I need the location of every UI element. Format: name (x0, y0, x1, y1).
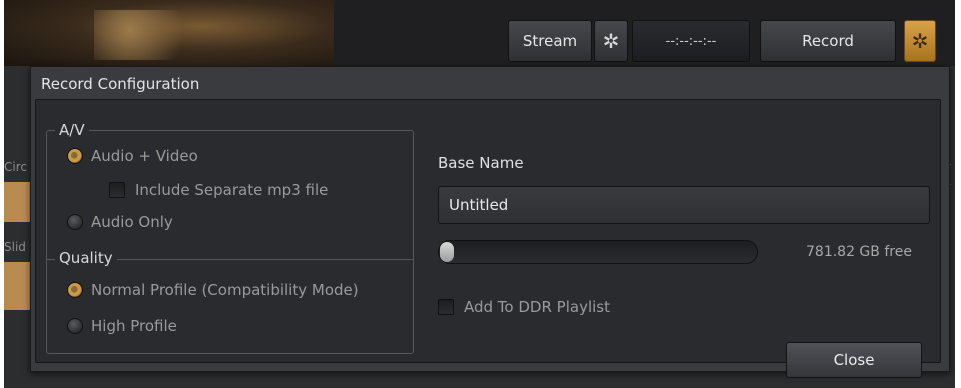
record-configuration-dialog: Record Configuration A/V Audio + Video I… (30, 66, 950, 378)
record-settings-button[interactable]: ✲ (904, 20, 936, 62)
record-button-label: Record (802, 32, 854, 50)
video-preview (4, 0, 334, 66)
timecode-display: --:--:--:-- (632, 20, 750, 62)
dialog-title: Record Configuration (41, 75, 200, 93)
high-profile-radio[interactable]: High Profile (67, 317, 177, 335)
checkbox-box (109, 182, 125, 198)
stream-settings-button[interactable]: ✲ (594, 20, 628, 62)
include-mp3-label: Include Separate mp3 file (135, 181, 329, 199)
dialog-body: A/V Audio + Video Include Separate mp3 f… (35, 99, 941, 378)
checkbox-box (438, 299, 454, 315)
disk-free-text: 781.82 GB free (806, 244, 912, 260)
disk-space-bar (438, 240, 758, 264)
include-mp3-checkbox[interactable]: Include Separate mp3 file (109, 181, 328, 199)
radio-indicator (67, 318, 83, 334)
audio-video-radio[interactable]: Audio + Video (67, 147, 198, 165)
base-name-input[interactable] (438, 186, 930, 224)
add-to-ddr-checkbox[interactable]: Add To DDR Playlist (438, 298, 610, 316)
add-to-ddr-label: Add To DDR Playlist (464, 298, 610, 316)
audio-video-label: Audio + Video (91, 147, 198, 165)
app-window: Stream ✲ --:--:--:-- Record ✲ Circ Slid … (4, 0, 955, 388)
av-quality-group: A/V Audio + Video Include Separate mp3 f… (46, 121, 414, 354)
audio-only-label: Audio Only (91, 213, 173, 231)
audio-only-radio[interactable]: Audio Only (67, 213, 173, 231)
stream-button[interactable]: Stream (508, 20, 592, 62)
timecode-text: --:--:--:-- (665, 33, 717, 49)
close-button[interactable]: Close (786, 342, 922, 378)
radio-indicator (67, 214, 83, 230)
stream-button-label: Stream (522, 32, 578, 50)
radio-indicator (67, 282, 83, 298)
gear-icon: ✲ (911, 29, 929, 53)
media-tile-label: Circ (4, 160, 27, 174)
media-tile-label: Slid (4, 240, 26, 254)
high-profile-label: High Profile (91, 317, 177, 335)
av-legend: A/V (55, 121, 89, 139)
gear-icon: ✲ (602, 29, 620, 53)
normal-profile-radio[interactable]: Normal Profile (Compatibility Mode) (67, 281, 359, 299)
radio-indicator (67, 148, 83, 164)
record-button[interactable]: Record (760, 20, 896, 62)
close-button-label: Close (833, 351, 875, 369)
disk-space-fill (440, 242, 454, 262)
quality-legend: Quality (55, 249, 117, 267)
base-name-label: Base Name (438, 154, 524, 172)
normal-profile-label: Normal Profile (Compatibility Mode) (91, 281, 359, 299)
